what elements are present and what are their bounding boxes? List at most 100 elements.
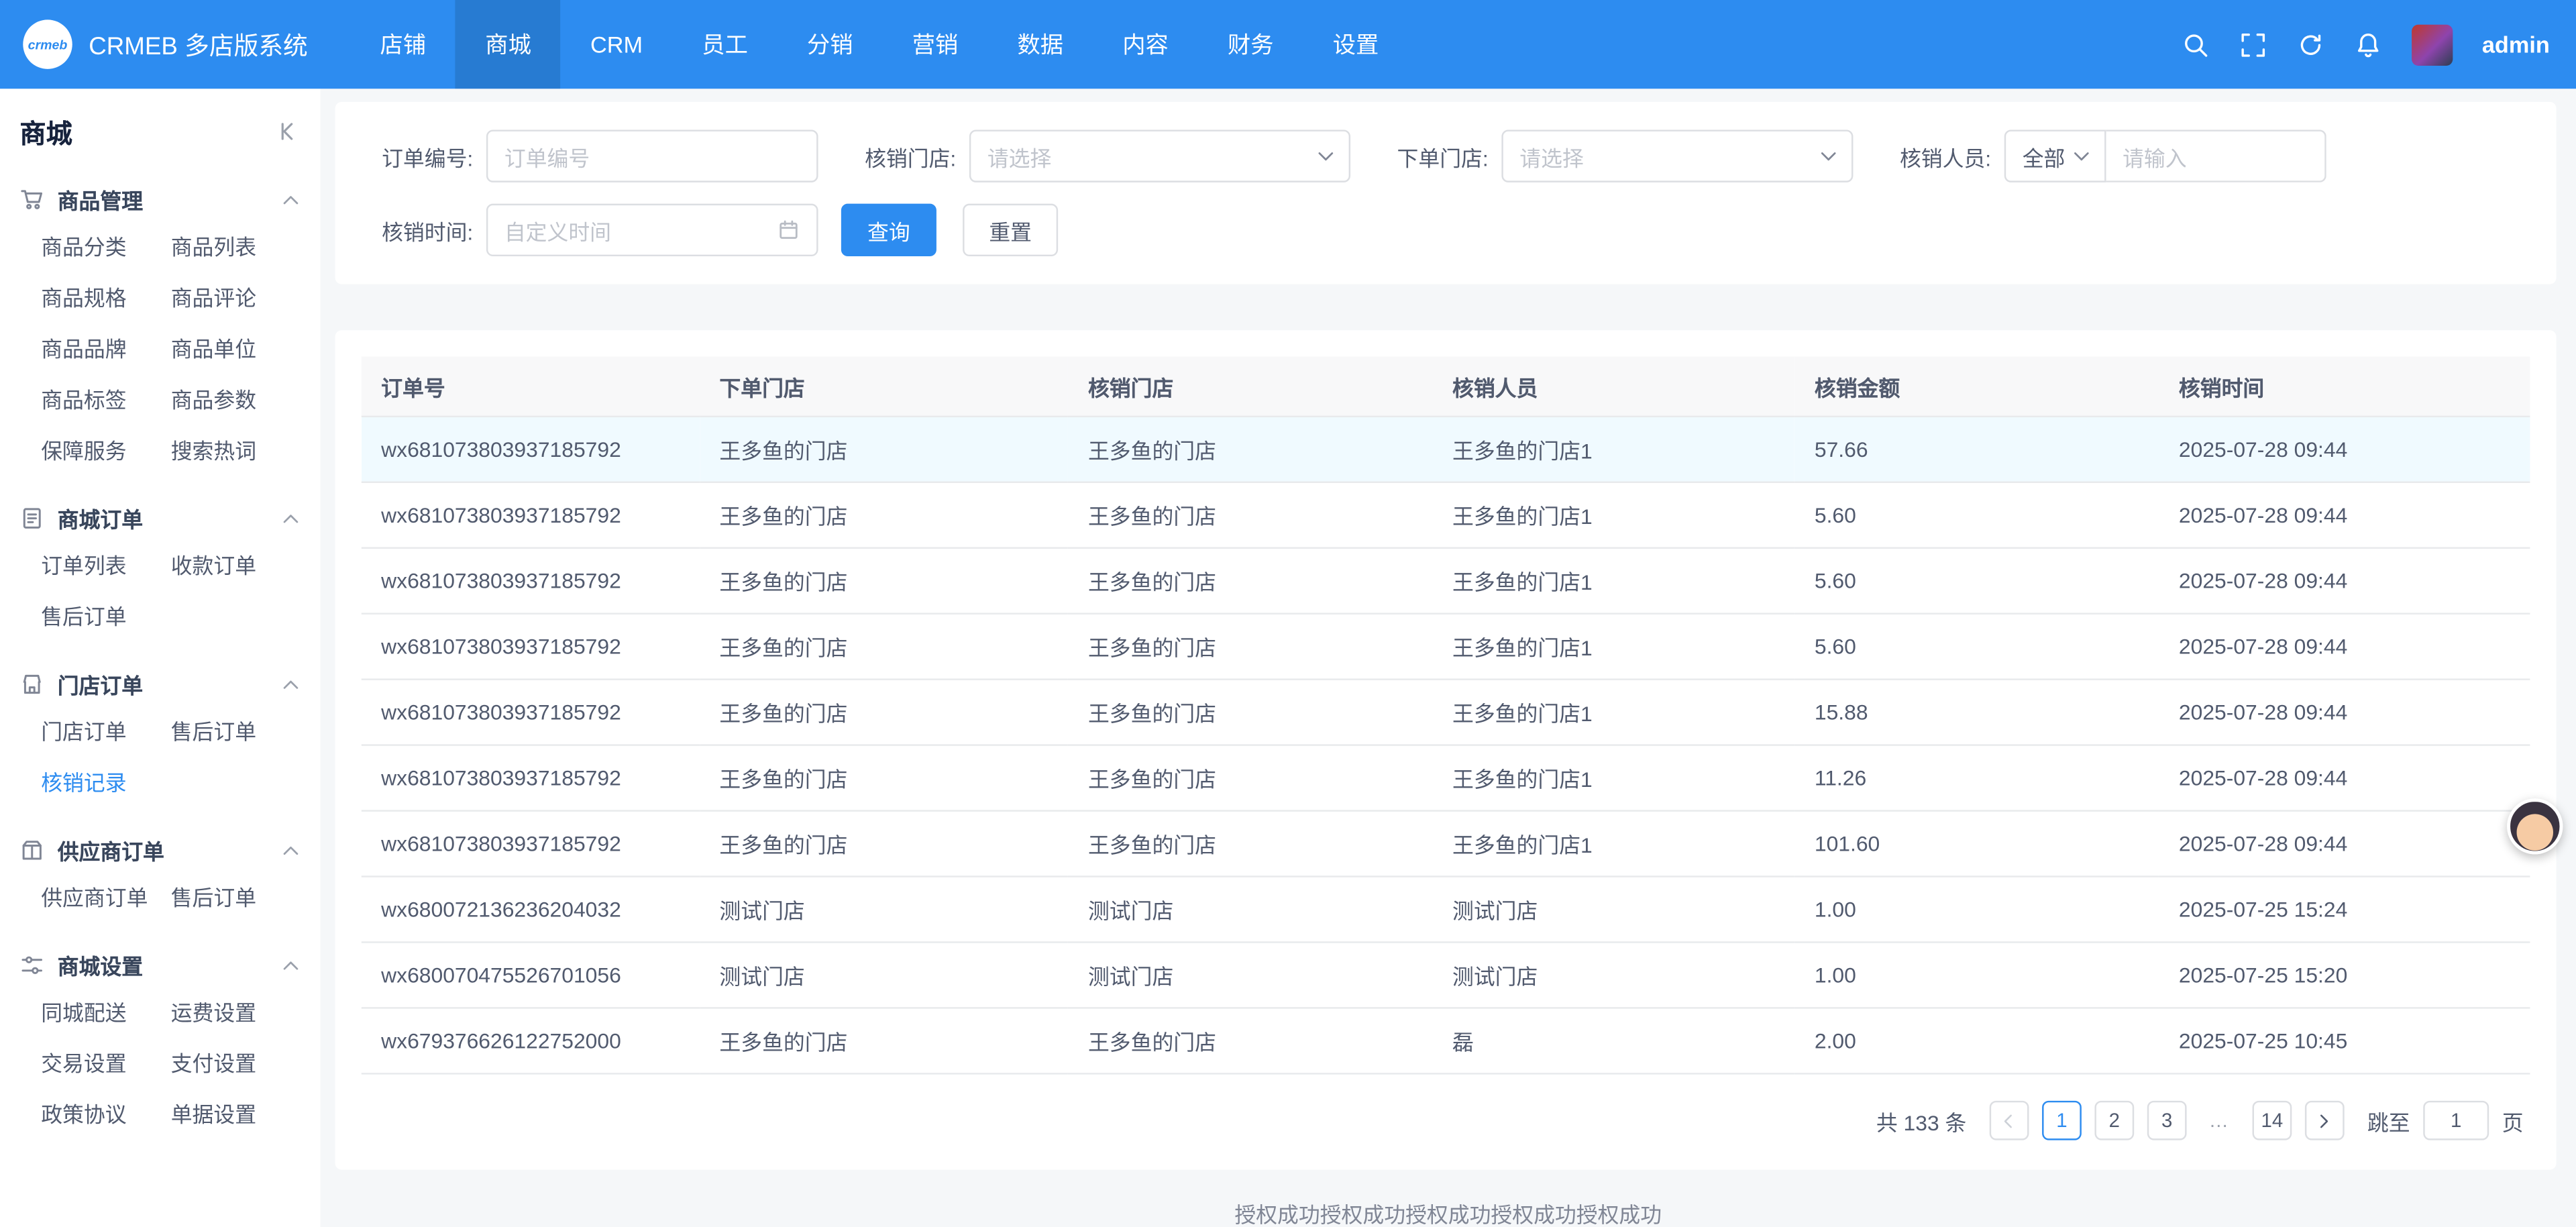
table-row[interactable]: wx681073803937185792王多鱼的门店王多鱼的门店王多鱼的门店11… bbox=[362, 811, 2530, 877]
table-cell: 王多鱼的门店1 bbox=[1433, 417, 1795, 482]
table-row[interactable]: wx680070475526701056测试门店测试门店测试门店1.002025… bbox=[362, 942, 2530, 1008]
table-cell: 王多鱼的门店1 bbox=[1433, 745, 1795, 811]
staff-type-select[interactable]: 全部 bbox=[2004, 129, 2106, 182]
sidebar-item-售后订单[interactable]: 售后订单 bbox=[171, 706, 301, 757]
pagination: 共 133 条 123…14 跳至 页 bbox=[362, 1075, 2530, 1154]
chevron-up-icon[interactable] bbox=[281, 955, 301, 975]
chevron-up-icon[interactable] bbox=[281, 841, 301, 860]
sidebar-item-保障服务[interactable]: 保障服务 bbox=[41, 425, 170, 476]
search-icon[interactable] bbox=[2182, 30, 2210, 58]
fullscreen-icon[interactable] bbox=[2239, 30, 2267, 58]
chevron-left-icon bbox=[2000, 1112, 2019, 1130]
floating-service-avatar[interactable] bbox=[2507, 798, 2563, 854]
table-cell: 2025-07-28 09:44 bbox=[2159, 680, 2530, 745]
table-cell: 王多鱼的门店 bbox=[1069, 417, 1433, 482]
nav-item-设置[interactable]: 设置 bbox=[1303, 0, 1409, 89]
column-header: 核销门店 bbox=[1069, 356, 1433, 416]
nav-item-员工[interactable]: 员工 bbox=[672, 0, 777, 89]
verify-time-input[interactable]: 自定义时间 bbox=[486, 204, 818, 256]
sidebar-item-商品分类[interactable]: 商品分类 bbox=[41, 222, 170, 273]
menu-group-items: 供应商订单售后订单 bbox=[19, 866, 301, 924]
nav-item-店铺[interactable]: 店铺 bbox=[350, 0, 455, 89]
table-row[interactable]: wx681073803937185792王多鱼的门店王多鱼的门店王多鱼的门店15… bbox=[362, 417, 2530, 482]
chevron-up-icon[interactable] bbox=[281, 674, 301, 694]
sidebar-item-商品评论[interactable]: 商品评论 bbox=[171, 273, 301, 324]
sidebar-item-收款订单[interactable]: 收款订单 bbox=[171, 541, 301, 592]
refresh-icon[interactable] bbox=[2296, 30, 2324, 58]
page-button-14[interactable]: 14 bbox=[2252, 1101, 2292, 1140]
table-row[interactable]: wx679376626122752000王多鱼的门店王多鱼的门店磊2.00202… bbox=[362, 1008, 2530, 1073]
menu-group-label: 门店订单 bbox=[58, 669, 143, 700]
sidebar-item-交易设置[interactable]: 交易设置 bbox=[41, 1038, 170, 1089]
page-button-2[interactable]: 2 bbox=[2094, 1101, 2134, 1140]
table-cell: 王多鱼的门店1 bbox=[1433, 482, 1795, 548]
menu-group-header[interactable]: 商品管理 bbox=[19, 184, 301, 215]
sidebar-item-供应商订单[interactable]: 供应商订单 bbox=[41, 872, 170, 923]
verify-store-select[interactable]: 请选择 bbox=[969, 129, 1350, 182]
table-row[interactable]: wx681073803937185792王多鱼的门店王多鱼的门店王多鱼的门店11… bbox=[362, 680, 2530, 745]
sidebar-item-政策协议[interactable]: 政策协议 bbox=[41, 1089, 170, 1140]
search-button[interactable]: 查询 bbox=[841, 204, 936, 256]
page-button-1[interactable]: 1 bbox=[2042, 1101, 2082, 1140]
chevron-up-icon[interactable] bbox=[281, 190, 301, 209]
user-avatar[interactable] bbox=[2412, 24, 2453, 65]
page-button-3[interactable]: 3 bbox=[2147, 1101, 2187, 1140]
staff-name-input[interactable]: 请输入 bbox=[2106, 129, 2326, 182]
sidebar-item-售后订单[interactable]: 售后订单 bbox=[41, 592, 170, 643]
sidebar-item-核销记录[interactable]: 核销记录 bbox=[41, 757, 170, 808]
table-row[interactable]: wx681073803937185792王多鱼的门店王多鱼的门店王多鱼的门店11… bbox=[362, 745, 2530, 811]
bell-icon[interactable] bbox=[2354, 30, 2382, 58]
nav-item-内容[interactable]: 内容 bbox=[1093, 0, 1198, 89]
sidebar-item-商品列表[interactable]: 商品列表 bbox=[171, 222, 301, 273]
username[interactable]: admin bbox=[2482, 32, 2550, 58]
menu-group: 门店订单门店订单售后订单核销记录 bbox=[0, 669, 321, 808]
nav-item-财务[interactable]: 财务 bbox=[1198, 0, 1303, 89]
table-row[interactable]: wx681073803937185792王多鱼的门店王多鱼的门店王多鱼的门店15… bbox=[362, 482, 2530, 548]
column-header: 核销金额 bbox=[1794, 356, 2159, 416]
table-row[interactable]: wx681073803937185792王多鱼的门店王多鱼的门店王多鱼的门店15… bbox=[362, 548, 2530, 614]
reset-button[interactable]: 重置 bbox=[963, 204, 1058, 256]
table-body: wx681073803937185792王多鱼的门店王多鱼的门店王多鱼的门店15… bbox=[362, 417, 2530, 1074]
prev-page-button[interactable] bbox=[1990, 1101, 2029, 1140]
page-ellipsis: … bbox=[2200, 1101, 2239, 1140]
nav-item-营销[interactable]: 营销 bbox=[883, 0, 988, 89]
menu-group-header[interactable]: 商城订单 bbox=[19, 502, 301, 534]
sidebar-item-门店订单[interactable]: 门店订单 bbox=[41, 706, 170, 757]
app-logo[interactable]: crmeb CRMEB 多店版系统 bbox=[0, 19, 350, 68]
sidebar-item-支付设置[interactable]: 支付设置 bbox=[171, 1038, 301, 1089]
table-row[interactable]: wx681073803937185792王多鱼的门店王多鱼的门店王多鱼的门店15… bbox=[362, 614, 2530, 680]
sidebar-item-同城配送[interactable]: 同城配送 bbox=[41, 988, 170, 1038]
nav-item-分销[interactable]: 分销 bbox=[777, 0, 883, 89]
table-row[interactable]: wx680072136236204032测试门店测试门店测试门店1.002025… bbox=[362, 877, 2530, 943]
collapse-sidebar-icon[interactable] bbox=[274, 118, 301, 144]
sidebar-item-商品规格[interactable]: 商品规格 bbox=[41, 273, 170, 324]
table-cell: 王多鱼的门店 bbox=[700, 745, 1069, 811]
order-store-select[interactable]: 请选择 bbox=[1501, 129, 1853, 182]
next-page-button[interactable] bbox=[2305, 1101, 2345, 1140]
table-cell: 王多鱼的门店 bbox=[1069, 680, 1433, 745]
filter-row-2: 核销时间: 自定义时间 查询 重置 bbox=[374, 204, 2516, 256]
sidebar-item-商品单位[interactable]: 商品单位 bbox=[171, 323, 301, 374]
menu-group-header[interactable]: 商城设置 bbox=[19, 950, 301, 981]
sidebar-item-商品品牌[interactable]: 商品品牌 bbox=[41, 323, 170, 374]
sidebar-item-单据设置[interactable]: 单据设置 bbox=[171, 1089, 301, 1140]
column-header: 核销时间 bbox=[2159, 356, 2530, 416]
menu-group-header[interactable]: 供应商订单 bbox=[19, 835, 301, 866]
table-cell: 2025-07-28 09:44 bbox=[2159, 614, 2530, 680]
menu-group-items: 商品分类商品列表商品规格商品评论商品品牌商品单位商品标签商品参数保障服务搜索热词 bbox=[19, 215, 301, 476]
sidebar-item-商品标签[interactable]: 商品标签 bbox=[41, 374, 170, 425]
nav-item-CRM[interactable]: CRM bbox=[561, 0, 672, 89]
nav-item-商城[interactable]: 商城 bbox=[455, 0, 561, 89]
sidebar-header: 商城 bbox=[0, 89, 321, 158]
chevron-up-icon[interactable] bbox=[281, 509, 301, 528]
sidebar-item-售后订单[interactable]: 售后订单 bbox=[171, 872, 301, 923]
sidebar-item-运费设置[interactable]: 运费设置 bbox=[171, 988, 301, 1038]
menu-group-header[interactable]: 门店订单 bbox=[19, 669, 301, 700]
sidebar-item-商品参数[interactable]: 商品参数 bbox=[171, 374, 301, 425]
sidebar-item-订单列表[interactable]: 订单列表 bbox=[41, 541, 170, 592]
nav-item-数据[interactable]: 数据 bbox=[987, 0, 1093, 89]
jump-page-input[interactable] bbox=[2423, 1101, 2489, 1140]
sidebar-item-搜索热词[interactable]: 搜索热词 bbox=[171, 425, 301, 476]
sidebar: 商城 商品管理商品分类商品列表商品规格商品评论商品品牌商品单位商品标签商品参数保… bbox=[0, 89, 321, 1227]
order-no-input[interactable]: 订单编号 bbox=[486, 129, 818, 182]
